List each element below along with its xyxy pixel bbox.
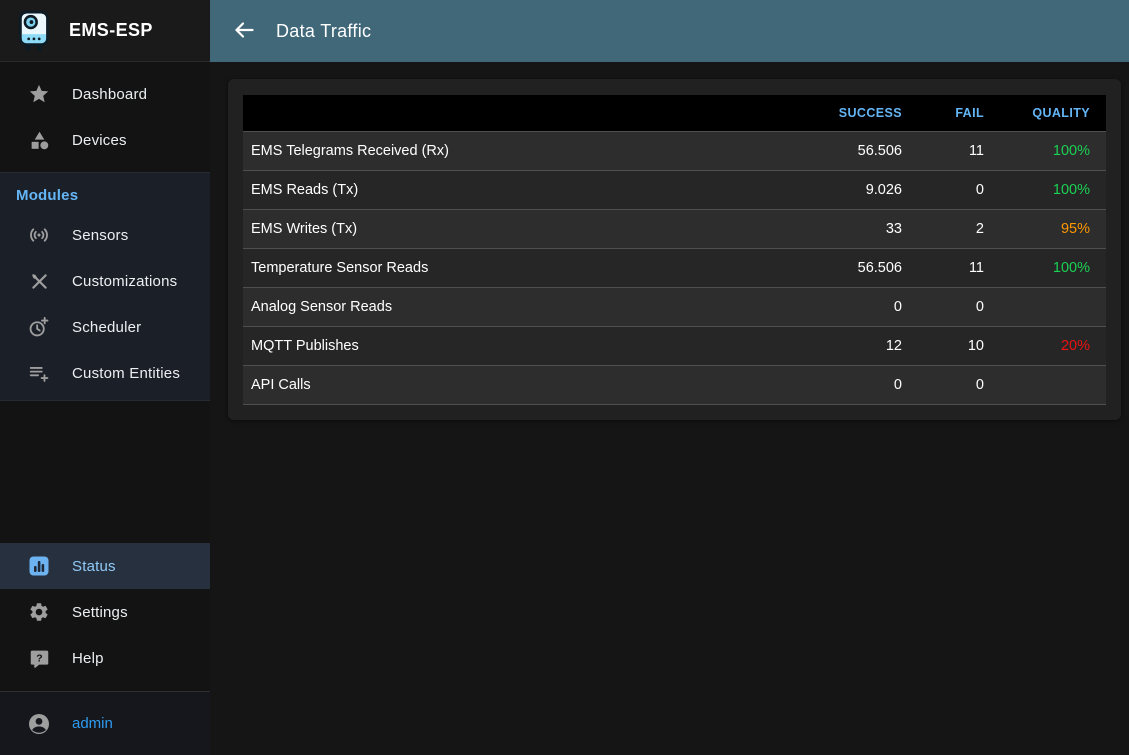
- row-label-cell: API Calls: [243, 365, 796, 404]
- sensors-icon: [27, 223, 51, 247]
- nav-bottom: Status Settings ? Help: [0, 543, 210, 681]
- row-label-cell: EMS Writes (Tx): [243, 209, 796, 248]
- page-title: Data Traffic: [276, 21, 371, 42]
- sidebar-item-status[interactable]: Status: [0, 543, 210, 589]
- main-area: Data Traffic SUCCESS FAIL QUALITY: [210, 0, 1129, 755]
- table-header: SUCCESS FAIL QUALITY: [243, 95, 1106, 131]
- quality-cell: 100%: [1000, 131, 1106, 170]
- row-label-cell: Analog Sensor Reads: [243, 287, 796, 326]
- sidebar-item-label: Help: [72, 650, 104, 667]
- quality-cell: 95%: [1000, 209, 1106, 248]
- quality-cell: 100%: [1000, 170, 1106, 209]
- sidebar-item-devices[interactable]: Devices: [0, 117, 210, 163]
- category-icon: [27, 128, 51, 152]
- list-add-icon: [27, 361, 51, 385]
- app-title: EMS-ESP: [69, 20, 153, 41]
- sidebar-item-label: Settings: [72, 604, 128, 621]
- table-row: EMS Reads (Tx) 9.026 0 100%: [243, 170, 1106, 209]
- fail-cell: 0: [918, 287, 1000, 326]
- table-row: EMS Telegrams Received (Rx) 56.506 11 10…: [243, 131, 1106, 170]
- bar-chart-icon: [27, 554, 51, 578]
- quality-cell: [1000, 365, 1106, 404]
- success-cell: 56.506: [796, 248, 918, 287]
- table-row: Temperature Sensor Reads 56.506 11 100%: [243, 248, 1106, 287]
- data-traffic-card: SUCCESS FAIL QUALITY EMS Telegrams Recei…: [228, 79, 1121, 420]
- success-cell: 0: [796, 287, 918, 326]
- fail-cell: 11: [918, 131, 1000, 170]
- column-header-fail: FAIL: [918, 95, 1000, 131]
- sidebar-item-label: Sensors: [72, 227, 128, 244]
- success-cell: 0: [796, 365, 918, 404]
- gear-icon: [27, 600, 51, 624]
- help-icon: ?: [27, 646, 51, 670]
- table-row: MQTT Publishes 12 10 20%: [243, 326, 1106, 365]
- row-label-cell: EMS Reads (Tx): [243, 170, 796, 209]
- column-header-quality: QUALITY: [1000, 95, 1106, 131]
- column-header-success: SUCCESS: [796, 95, 918, 131]
- sidebar-item-custom-entities[interactable]: Custom Entities: [0, 350, 210, 396]
- arrow-left-icon: [232, 18, 256, 45]
- svg-text:?: ?: [36, 652, 43, 664]
- success-cell: 12: [796, 326, 918, 365]
- sidebar-item-dashboard[interactable]: Dashboard: [0, 71, 210, 117]
- sidebar-item-label: Dashboard: [72, 86, 147, 103]
- sidebar-item-label: Custom Entities: [72, 365, 180, 382]
- row-label-cell: EMS Telegrams Received (Rx): [243, 131, 796, 170]
- fail-cell: 2: [918, 209, 1000, 248]
- clock-plus-icon: [27, 315, 51, 339]
- page-header: Data Traffic: [210, 0, 1129, 62]
- quality-cell: 100%: [1000, 248, 1106, 287]
- sidebar-item-help[interactable]: ? Help: [0, 635, 210, 681]
- modules-section-label: Modules: [0, 173, 210, 212]
- star-icon: [27, 82, 51, 106]
- modules-section: Modules Sensors Cu: [0, 172, 210, 401]
- table-row: Analog Sensor Reads 0 0: [243, 287, 1106, 326]
- sidebar-item-settings[interactable]: Settings: [0, 589, 210, 635]
- sidebar-item-sensors[interactable]: Sensors: [0, 212, 210, 258]
- user-label: admin: [72, 715, 113, 732]
- quality-cell: [1000, 287, 1106, 326]
- boiler-logo-icon: [17, 10, 53, 52]
- quality-cell: 20%: [1000, 326, 1106, 365]
- fail-cell: 0: [918, 365, 1000, 404]
- nav-top: Dashboard Devices: [0, 62, 210, 172]
- sidebar-item-label: Status: [72, 558, 116, 575]
- user-menu[interactable]: admin: [0, 692, 210, 755]
- column-header-name: [243, 95, 796, 131]
- table-row: API Calls 0 0: [243, 365, 1106, 404]
- row-label-cell: Temperature Sensor Reads: [243, 248, 796, 287]
- table-row: EMS Writes (Tx) 33 2 95%: [243, 209, 1106, 248]
- sidebar-item-scheduler[interactable]: Scheduler: [0, 304, 210, 350]
- fail-cell: 10: [918, 326, 1000, 365]
- data-traffic-table: SUCCESS FAIL QUALITY EMS Telegrams Recei…: [243, 95, 1106, 405]
- sidebar: EMS-ESP Dashboard Devices Modules: [0, 0, 210, 755]
- tools-icon: [27, 269, 51, 293]
- content: SUCCESS FAIL QUALITY EMS Telegrams Recei…: [210, 62, 1129, 420]
- row-label-cell: MQTT Publishes: [243, 326, 796, 365]
- fail-cell: 0: [918, 170, 1000, 209]
- sidebar-item-label: Devices: [72, 132, 127, 149]
- sidebar-item-label: Scheduler: [72, 319, 141, 336]
- success-cell: 33: [796, 209, 918, 248]
- success-cell: 9.026: [796, 170, 918, 209]
- sidebar-item-label: Customizations: [72, 273, 177, 290]
- app-root: EMS-ESP Dashboard Devices Modules: [0, 0, 1129, 755]
- back-button[interactable]: [231, 18, 257, 44]
- success-cell: 56.506: [796, 131, 918, 170]
- sidebar-item-customizations[interactable]: Customizations: [0, 258, 210, 304]
- app-header: EMS-ESP: [0, 0, 210, 62]
- account-icon: [27, 712, 51, 736]
- sidebar-spacer: [0, 401, 210, 543]
- fail-cell: 11: [918, 248, 1000, 287]
